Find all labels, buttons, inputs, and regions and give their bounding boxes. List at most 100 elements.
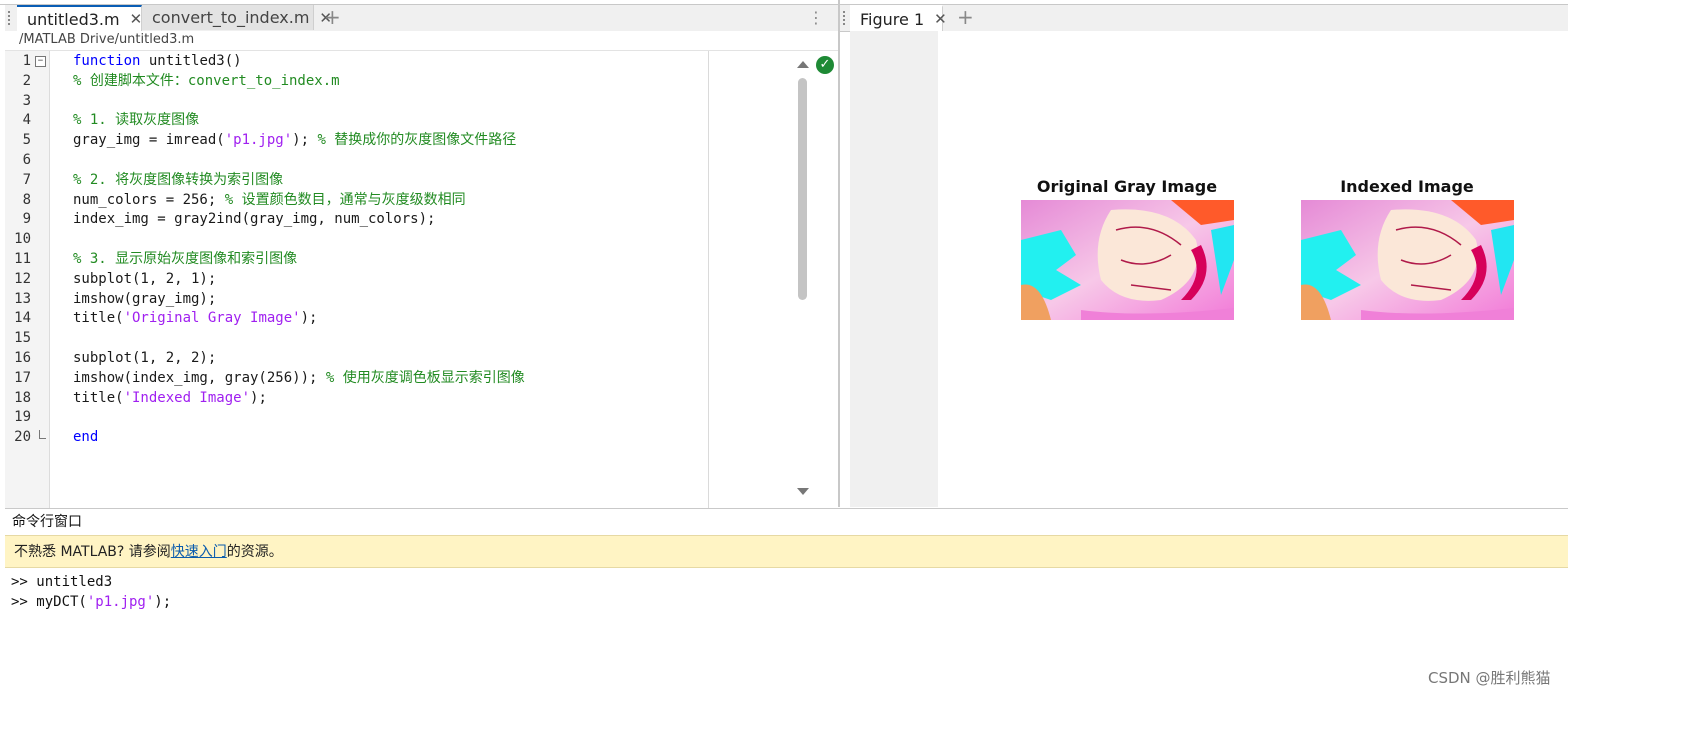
code-line[interactable]: title('Indexed Image'); bbox=[73, 388, 267, 408]
code-token: imshow(gray_img); bbox=[73, 290, 217, 307]
line-number: 13 bbox=[14, 290, 31, 307]
line-number: 9 bbox=[22, 211, 31, 228]
command-history-line[interactable]: >> untitled3 bbox=[11, 572, 112, 592]
pane-splitter[interactable] bbox=[838, 0, 840, 507]
comment-token: % 替换成你的灰度图像文件路径 bbox=[317, 132, 517, 149]
fold-end-icon bbox=[39, 430, 46, 440]
code-line[interactable]: imshow(index_img, gray(256)); % 使用灰度调色板显… bbox=[73, 368, 525, 388]
code-line[interactable]: function untitled3() bbox=[73, 51, 242, 71]
image-original-gray-picture bbox=[1021, 200, 1234, 320]
code-editor[interactable]: 1 2 3 4 5 6 7 8 9 10 11 12 13 14 15 16 17 18 19 20− functio… bbox=[5, 50, 838, 508]
code-line[interactable]: % 1. 读取灰度图像 bbox=[73, 110, 199, 130]
line-number: 12 bbox=[14, 270, 31, 287]
line-number: 18 bbox=[14, 389, 31, 406]
getting-started-notice: 不熟悉 MATLAB? 请参阅快速入门的资源。 bbox=[5, 535, 1568, 568]
line-number: 6 bbox=[22, 152, 31, 168]
code-token: index_img = gray2ind(gray_img, num_color… bbox=[73, 211, 436, 228]
tab-label: Figure 1 bbox=[860, 9, 925, 29]
line-number: 11 bbox=[14, 251, 31, 267]
drag-grip-icon[interactable] bbox=[8, 11, 16, 25]
comment-token: % 创建脚本文件：convert_to_index.m bbox=[73, 72, 340, 89]
notice-text-prefix: 不熟悉 MATLAB? 请参阅 bbox=[14, 544, 171, 560]
code-line[interactable]: subplot(1, 2, 2); bbox=[73, 348, 216, 368]
code-line[interactable]: subplot(1, 2, 1); bbox=[73, 269, 216, 289]
line-number: 1 bbox=[22, 53, 31, 69]
line-number: 19 bbox=[14, 409, 31, 426]
code-token: num_colors = 256; bbox=[73, 191, 225, 208]
code-line[interactable]: % 2. 将灰度图像转换为索引图像 bbox=[73, 170, 283, 190]
fold-collapse-icon[interactable]: − bbox=[35, 56, 46, 67]
code-token: ); bbox=[250, 389, 267, 406]
figure-toolbar-area bbox=[850, 31, 938, 507]
line-number: 5 bbox=[22, 132, 31, 149]
tab-untitled3[interactable]: untitled3.m ✕ bbox=[17, 5, 142, 31]
comment-token: % 1. 读取灰度图像 bbox=[73, 112, 200, 129]
string-token: 'Original Gray Image' bbox=[123, 310, 301, 327]
command-window-title: 命令行窗口 bbox=[12, 514, 82, 530]
figure-tab-strip: Figure 1 ✕ + bbox=[840, 5, 1568, 32]
line-number-gutter: 1 2 3 4 5 6 7 8 9 10 11 12 13 14 15 16 17 18 19 20− bbox=[5, 51, 50, 508]
tab-label: convert_to_index.m bbox=[152, 8, 310, 27]
command-token: >> untitled3 bbox=[11, 574, 113, 590]
code-token: subplot(1, 2, 2); bbox=[73, 350, 217, 366]
image-indexed-picture bbox=[1301, 200, 1514, 320]
notice-text-suffix: 的资源。 bbox=[226, 544, 283, 560]
figure-canvas[interactable]: Original Gray Image Indexed Image bbox=[938, 31, 1568, 507]
code-line[interactable]: num_colors = 256; % 设置颜色数目，通常与灰度级数相同 bbox=[73, 190, 466, 210]
string-token: 'p1.jpg' bbox=[224, 132, 293, 149]
comment-token: % 设置颜色数目，通常与灰度级数相同 bbox=[224, 191, 466, 208]
string-token: 'p1.jpg' bbox=[86, 594, 155, 610]
tab-convert-to-index[interactable]: convert_to_index.m ✕ bbox=[142, 5, 332, 30]
right-margin-line bbox=[708, 51, 709, 508]
code-line[interactable]: % 创建脚本文件：convert_to_index.m bbox=[73, 71, 340, 91]
editor-scrollbar[interactable] bbox=[795, 51, 811, 508]
close-icon[interactable]: ✕ bbox=[130, 10, 143, 28]
line-number: 20 bbox=[14, 429, 31, 446]
axes-title-indexed: Indexed Image bbox=[1340, 177, 1474, 196]
scroll-up-icon[interactable] bbox=[797, 61, 809, 68]
add-tab-icon[interactable]: + bbox=[957, 7, 974, 27]
code-token: untitled3() bbox=[140, 53, 242, 69]
code-line[interactable]: end bbox=[73, 427, 98, 447]
comment-token: % 3. 显示原始灰度图像和索引图像 bbox=[73, 251, 298, 267]
line-number: 16 bbox=[14, 350, 31, 366]
line-number: 8 bbox=[22, 191, 31, 208]
more-options-icon[interactable]: ⋮ bbox=[808, 8, 824, 28]
comment-token: % 2. 将灰度图像转换为索引图像 bbox=[73, 171, 284, 188]
image-original-gray[interactable] bbox=[1021, 200, 1234, 320]
tab-label: untitled3.m bbox=[27, 9, 120, 29]
code-line[interactable]: index_img = gray2ind(gray_img, num_color… bbox=[73, 209, 435, 229]
line-number: 4 bbox=[22, 112, 31, 129]
command-history-line[interactable]: >> myDCT('p1.jpg'); bbox=[11, 592, 171, 612]
code-line[interactable]: gray_img = imread('p1.jpg'); % 替换成你的灰度图像… bbox=[73, 130, 516, 150]
line-number: 14 bbox=[14, 310, 31, 327]
scroll-down-icon[interactable] bbox=[797, 488, 809, 495]
line-number: 10 bbox=[14, 231, 31, 248]
code-token: title( bbox=[73, 310, 124, 327]
line-number: 17 bbox=[14, 369, 31, 386]
code-token: subplot(1, 2, 1); bbox=[73, 270, 217, 287]
code-token: ); bbox=[292, 132, 318, 149]
keyword-token: function bbox=[73, 53, 141, 69]
watermark: CSDN @胜利熊猫 bbox=[1428, 669, 1551, 687]
scrollbar-thumb[interactable] bbox=[798, 78, 807, 300]
comment-token: % 使用灰度调色板显示索引图像 bbox=[325, 369, 525, 386]
code-token: title( bbox=[73, 389, 124, 406]
command-token: ); bbox=[154, 594, 172, 610]
code-line[interactable]: % 3. 显示原始灰度图像和索引图像 bbox=[73, 249, 297, 269]
code-line[interactable]: title('Original Gray Image'); bbox=[73, 308, 317, 328]
keyword-token: end bbox=[73, 429, 99, 446]
image-indexed[interactable] bbox=[1301, 200, 1514, 320]
line-number: 7 bbox=[22, 171, 31, 188]
add-tab-icon[interactable]: + bbox=[324, 7, 341, 27]
close-icon[interactable]: ✕ bbox=[934, 10, 947, 28]
tab-figure-1[interactable]: Figure 1 ✕ bbox=[850, 5, 947, 31]
code-analyzer-ok-icon[interactable]: ✓ bbox=[816, 56, 834, 74]
string-token: 'Indexed Image' bbox=[123, 389, 251, 406]
file-path: /MATLAB Drive/untitled3.m bbox=[5, 31, 838, 49]
code-line[interactable]: imshow(gray_img); bbox=[73, 289, 216, 309]
code-token: imshow(index_img, gray(256)); bbox=[73, 369, 326, 386]
quick-start-link[interactable]: 快速入门 bbox=[171, 544, 227, 560]
code-token: gray_img = imread( bbox=[73, 132, 225, 149]
command-token: >> myDCT( bbox=[11, 594, 87, 610]
